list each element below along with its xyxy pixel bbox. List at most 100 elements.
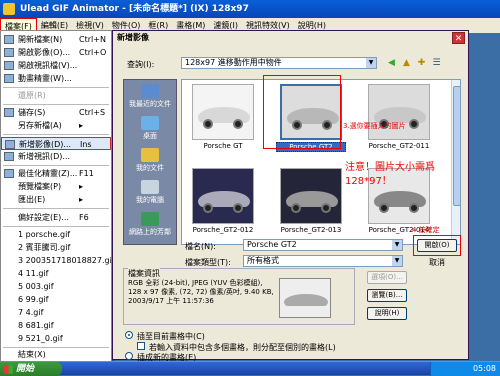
filetype-dropdown[interactable]: 所有格式 ▼ (243, 255, 403, 267)
recent-file-5[interactable]: 5 003.gif (1, 280, 111, 293)
options-button[interactable]: 選項(O)... (367, 271, 407, 284)
recent-file-6[interactable]: 6 99.gif (1, 293, 111, 306)
recent-file-3[interactable]: 3 200351718018827.gif (1, 254, 111, 267)
new-file-icon (4, 35, 14, 44)
menu-item-optimize-wizard[interactable]: 最佳化精靈(Z)... F11 (1, 167, 111, 180)
clock: 05:08 (472, 364, 496, 373)
car-image (284, 294, 328, 306)
browse-button[interactable]: 瀏覽(B)... (367, 289, 407, 302)
vertical-scrollbar[interactable] (451, 80, 460, 244)
close-icon[interactable]: ✕ (452, 32, 465, 44)
insert-new-frame-radio[interactable] (125, 352, 133, 360)
place-network[interactable]: 網路上的芳鄰 (124, 212, 176, 237)
windows-logo-icon (4, 365, 13, 374)
file-thumbnail[interactable] (280, 168, 342, 224)
file-thumbnail[interactable] (192, 168, 254, 224)
cancel-button[interactable]: 取消 (429, 257, 445, 268)
menu-item-open-video[interactable]: 開啟視訊檔(V)... (1, 59, 111, 72)
menu-item-exit[interactable]: 結束(X) (1, 348, 111, 361)
file-name-label[interactable]: Porsche_GT2-013 (276, 226, 346, 234)
menu-separator (3, 87, 109, 88)
menu-item-add-video[interactable]: 新增視訊(D)... (1, 150, 111, 163)
filetype-label: 檔案類型(T): (185, 258, 231, 267)
selection-highlight-box (263, 75, 341, 149)
place-desktop[interactable]: 桌面 (124, 116, 176, 141)
file-thumbnail[interactable] (368, 84, 430, 140)
app-title-bar: Ulead GIF Animator - [未命名標題*] (IX) 128x9… (0, 0, 500, 18)
menu-separator (3, 165, 109, 166)
back-icon[interactable]: ◀ (385, 58, 398, 69)
dialog-title: 新增影像 (113, 31, 468, 44)
up-folder-icon[interactable]: ▲ (400, 58, 413, 69)
optimize-icon (4, 169, 14, 178)
file-menu-dropdown: 開新檔案(N) Ctrl+N 開啟影像(O)... Ctrl+O 開啟視訊檔(V).… (0, 30, 112, 362)
menu-separator (3, 208, 109, 209)
file-thumbnail[interactable] (192, 84, 254, 140)
menu-item-save-as[interactable]: 另存新檔(A) ▸ (1, 119, 111, 132)
menu-item-save[interactable]: 儲存(S) Ctrl+S (1, 106, 111, 119)
place-my-computer[interactable]: 我的電腦 (124, 180, 176, 205)
filename-input[interactable]: Porsche GT2 ▼ (243, 239, 403, 251)
recent-file-4[interactable]: 4 11.gif (1, 267, 111, 280)
file-name-label[interactable]: Porsche_GT2-012 (188, 226, 258, 234)
view-menu-icon[interactable]: ☰ (430, 58, 443, 69)
annotation-warning-line2: 128*97！ (345, 176, 392, 187)
menu-item-export[interactable]: 匯出(E) ▸ (1, 193, 111, 206)
menu-item-animation-wizard[interactable]: 動畫精靈(W)... (1, 72, 111, 85)
start-button[interactable]: 開始 (0, 362, 62, 376)
file-info-title: 檔案資訊 (128, 268, 160, 279)
file-name-label[interactable]: Porsche_GT2-011 (364, 142, 434, 150)
window-title: Ulead GIF Animator - [未命名標題*] (IX) 128x9… (20, 4, 249, 14)
recent-file-2[interactable]: 2 賓菲騰司.gif (1, 241, 111, 254)
open-button-highlight (413, 235, 461, 256)
add-image-icon (5, 140, 15, 149)
annotation-step4: 4.按確定 (412, 226, 440, 234)
taskbar: 開始 05:08 (0, 361, 500, 376)
place-recent[interactable]: 我最近的文件 (124, 84, 176, 109)
menu-separator (3, 104, 109, 105)
open-folder-icon (4, 48, 14, 57)
chevron-down-icon: ▼ (366, 58, 376, 68)
recent-file-1[interactable]: 1 porsche.gif (1, 228, 111, 241)
save-icon (4, 108, 14, 117)
network-places-icon (141, 212, 159, 226)
distribute-frames-checkbox[interactable] (137, 342, 145, 350)
add-image-dialog: 新增影像 ✕ 查詢(I): 128x97 進移動作用中物件 ▼ ◀ ▲ ✚ ☰ 我… (112, 30, 469, 362)
my-documents-icon (141, 148, 159, 162)
menu-item-add-image[interactable]: 新增影像(D)... Ins (1, 137, 111, 150)
app-icon (3, 3, 15, 15)
file-name-label[interactable]: Porsche GT (188, 142, 258, 150)
chevron-down-icon: ▼ (392, 240, 402, 250)
desktop-icon (141, 116, 159, 130)
new-folder-icon[interactable]: ✚ (415, 58, 428, 69)
system-tray: 05:08 (430, 362, 500, 376)
menu-separator (3, 134, 109, 135)
lookin-label: 查詢(I): (127, 60, 155, 69)
insert-current-radio[interactable] (125, 331, 133, 339)
wizard-icon (4, 74, 14, 83)
add-video-icon (4, 152, 14, 161)
recent-file-9[interactable]: 9 521_0.gif (1, 332, 111, 345)
annotation-step3: 3.選你要插入的圖片 (343, 122, 406, 130)
menu-item-revert[interactable]: 還原(R) (1, 89, 111, 102)
menu-item-open-image[interactable]: 開啟影像(O)... Ctrl+O (1, 46, 111, 59)
places-bar: 我最近的文件 桌面 我的文件 我的電腦 網路上的芳鄰 (123, 79, 177, 245)
filename-label: 檔名(N): (185, 242, 216, 251)
place-my-documents[interactable]: 我的文件 (124, 148, 176, 173)
help-button[interactable]: 說明(H) (367, 307, 407, 320)
file-info-text: RGB 全彩 (24-bit), JPEG (YUV 色彩模組), 128 x … (128, 279, 274, 305)
lookin-dropdown[interactable]: 128x97 進移動作用中物件 ▼ (181, 57, 377, 69)
menu-item-new[interactable]: 開新檔案(N) Ctrl+N (1, 33, 111, 46)
scrollbar-thumb[interactable] (453, 86, 460, 206)
recent-docs-icon (141, 84, 159, 98)
video-icon (4, 61, 14, 70)
image-preview (279, 278, 331, 318)
insert-current-label: 插至目前畫格中(C) (137, 332, 205, 341)
menu-separator (3, 226, 109, 227)
chevron-down-icon: ▼ (392, 256, 402, 266)
recent-file-7[interactable]: 7 4.gif (1, 306, 111, 319)
file-info-panel: 檔案資訊 RGB 全彩 (24-bit), JPEG (YUV 色彩模組), 1… (123, 268, 355, 325)
menu-item-preview-file[interactable]: 預覽檔案(P) ▸ (1, 180, 111, 193)
recent-file-8[interactable]: 8 681.gif (1, 319, 111, 332)
menu-item-preferences[interactable]: 偏好設定(E)... F6 (1, 211, 111, 224)
